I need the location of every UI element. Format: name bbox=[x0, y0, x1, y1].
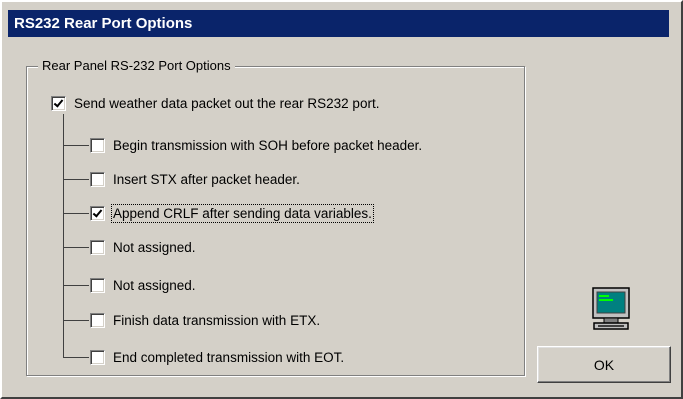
not-assigned-2-label[interactable]: Not assigned. bbox=[113, 278, 196, 293]
crlf-label[interactable]: Append CRLF after sending data variables… bbox=[111, 203, 374, 223]
ok-button[interactable]: OK bbox=[537, 346, 671, 383]
crlf-checkbox[interactable] bbox=[90, 205, 105, 221]
eot-checkbox[interactable] bbox=[90, 349, 105, 365]
not-assigned-1-label[interactable]: Not assigned. bbox=[113, 240, 196, 255]
tree-connector bbox=[63, 357, 89, 358]
etx-checkbox[interactable] bbox=[90, 312, 105, 328]
tree-connector bbox=[63, 179, 89, 180]
etx-label[interactable]: Finish data transmission with ETX. bbox=[113, 313, 320, 328]
sub-option-row[interactable]: Not assigned. bbox=[90, 274, 196, 296]
send-weather-data-label[interactable]: Send weather data packet out the rear RS… bbox=[74, 96, 379, 111]
main-option-row[interactable]: Send weather data packet out the rear RS… bbox=[51, 92, 379, 114]
groupbox-label: Rear Panel RS-232 Port Options bbox=[38, 57, 235, 75]
soh-label[interactable]: Begin transmission with SOH before packe… bbox=[113, 138, 422, 153]
tree-connector bbox=[63, 145, 89, 146]
sub-option-row[interactable]: Append CRLF after sending data variables… bbox=[90, 202, 374, 224]
not-assigned-1-checkbox[interactable] bbox=[90, 239, 105, 255]
tree-connector bbox=[63, 213, 89, 214]
sub-option-row[interactable]: Finish data transmission with ETX. bbox=[90, 309, 320, 331]
tree-connector bbox=[63, 247, 89, 248]
not-assigned-2-checkbox[interactable] bbox=[90, 277, 105, 293]
soh-checkbox[interactable] bbox=[90, 137, 105, 153]
sub-option-row[interactable]: Insert STX after packet header. bbox=[90, 168, 300, 190]
tree-connector bbox=[63, 320, 89, 321]
sub-option-row[interactable]: Begin transmission with SOH before packe… bbox=[90, 134, 422, 156]
computer-monitor-icon bbox=[592, 287, 630, 330]
send-weather-data-checkbox[interactable] bbox=[51, 95, 66, 111]
sub-option-row[interactable]: Not assigned. bbox=[90, 236, 196, 258]
stx-label[interactable]: Insert STX after packet header. bbox=[113, 172, 300, 187]
stx-checkbox[interactable] bbox=[90, 171, 105, 187]
dialog-window: RS232 Rear Port Options Rear Panel RS-23… bbox=[0, 0, 683, 399]
eot-label[interactable]: End completed transmission with EOT. bbox=[113, 350, 344, 365]
title-bar: RS232 Rear Port Options bbox=[8, 10, 669, 37]
tree-connector bbox=[63, 285, 89, 286]
tree-connector-vertical bbox=[63, 114, 64, 358]
sub-option-row[interactable]: End completed transmission with EOT. bbox=[90, 346, 344, 368]
